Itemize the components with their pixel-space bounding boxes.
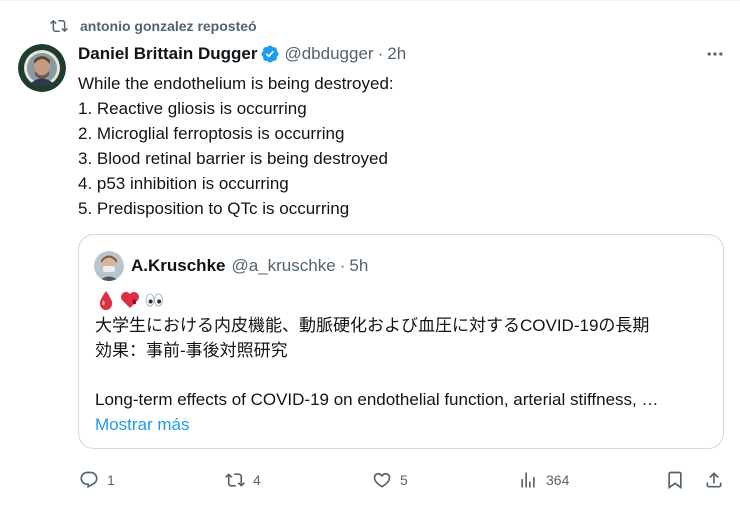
quote-jp-line: 効果：事前-事後対照研究 (95, 341, 288, 360)
views-count: 364 (546, 472, 570, 488)
heart-icon (373, 472, 391, 488)
post-header: Daniel Brittain Dugger @dbdugger · 2h (78, 43, 406, 65)
repost-button[interactable]: 4 (225, 466, 261, 494)
reply-button[interactable]: 1 (79, 466, 115, 494)
post-time[interactable]: 2h (387, 44, 406, 64)
post-line: 1. Reactive gliosis is occurring (78, 99, 307, 118)
separator-dot: · (377, 44, 384, 63)
quote-jp-line: 大学生における内皮機能、動脈硬化および血圧に対するCOVID-19の長期 (95, 316, 650, 335)
action-bar: 1 4 5 364 (0, 466, 740, 494)
share-button[interactable] (704, 466, 732, 494)
quoted-post[interactable]: A.Kruschke @a_kruschke · 5h 大学生における内皮機能、… (78, 234, 724, 449)
post-line: 5. Predisposition to QTc is occurring (78, 199, 350, 218)
repost-indicator[interactable]: antonio gonzalez reposteó (50, 16, 257, 36)
views-chart-icon (521, 472, 535, 488)
drop-of-blood-icon (99, 291, 113, 310)
author-handle[interactable]: @dbdugger (284, 44, 373, 64)
post-line: 2. Microglial ferroptosis is occurring (78, 124, 345, 143)
quote-emojis (95, 288, 167, 312)
author-avatar[interactable] (18, 44, 66, 92)
top-divider (0, 0, 740, 1)
quote-header: A.Kruschke @a_kruschke · 5h (131, 255, 368, 277)
quote-english-text: Long-term effects of COVID-19 on endothe… (95, 390, 659, 409)
quote-separator-dot: · (339, 256, 346, 275)
quote-author-handle: @a_kruschke (231, 256, 336, 275)
quote-author-name: A.Kruschke (131, 256, 226, 275)
post-line: While the endothelium is being destroyed… (78, 74, 394, 93)
red-heart-with-drop-icon (121, 292, 139, 308)
like-button[interactable]: 5 (372, 466, 408, 494)
bookmark-icon (668, 471, 682, 490)
quote-time: 5h (349, 256, 369, 275)
reply-icon (80, 471, 98, 489)
author-name[interactable]: Daniel Brittain Dugger (78, 44, 257, 64)
repost-icon (50, 19, 68, 33)
more-icon (707, 52, 723, 56)
post-line: 4. p53 inhibition is occurring (78, 174, 289, 193)
eyes-icon (145, 293, 163, 307)
share-icon (706, 472, 722, 488)
show-more-link[interactable]: Mostrar más (95, 412, 189, 437)
quote-author-avatar (94, 251, 124, 281)
post-line: 3. Blood retinal barrier is being destro… (78, 149, 388, 168)
repost-text: antonio gonzalez reposteó (80, 18, 257, 34)
reply-count: 1 (107, 472, 115, 488)
repost-count: 4 (253, 472, 261, 488)
more-options-button[interactable] (704, 44, 726, 64)
repost-action-icon (225, 473, 245, 487)
quote-japanese-text: 大学生における内皮機能、動脈硬化および血圧に対するCOVID-19の長期 効果：… (95, 313, 715, 363)
like-count: 5 (400, 472, 408, 488)
post-text: While the endothelium is being destroyed… (78, 71, 718, 221)
verified-badge-icon[interactable] (260, 44, 280, 64)
views-button[interactable]: 364 (518, 466, 569, 494)
bookmark-button[interactable] (665, 466, 693, 494)
